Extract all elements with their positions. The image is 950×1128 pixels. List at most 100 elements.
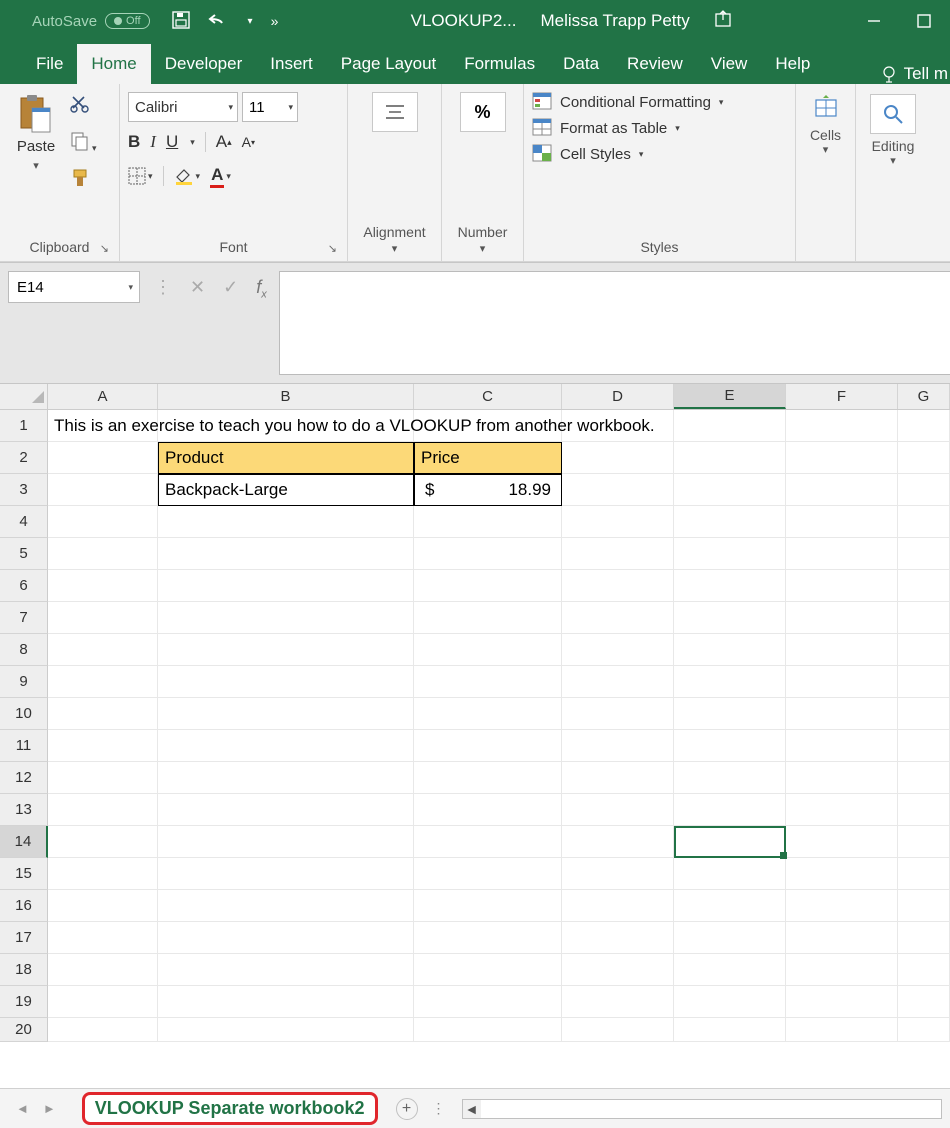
col-header-e[interactable]: E	[674, 384, 786, 409]
font-name-select[interactable]: Calibri▾	[128, 92, 238, 122]
row-header[interactable]: 5	[0, 538, 48, 570]
cell-styles-button[interactable]: Cell Styles▾	[532, 144, 723, 164]
cell[interactable]	[674, 1018, 786, 1042]
cell[interactable]	[562, 1018, 674, 1042]
cell[interactable]	[158, 570, 414, 602]
cell[interactable]	[414, 858, 562, 890]
cell[interactable]	[48, 794, 158, 826]
cell[interactable]	[158, 730, 414, 762]
cell[interactable]	[786, 538, 898, 570]
tab-home[interactable]: Home	[77, 44, 150, 84]
col-header-d[interactable]: D	[562, 384, 674, 409]
row-header[interactable]: 18	[0, 954, 48, 986]
cell[interactable]	[48, 1018, 158, 1042]
cell[interactable]	[158, 986, 414, 1018]
cell[interactable]	[898, 442, 950, 474]
cell[interactable]	[562, 826, 674, 858]
cell[interactable]	[674, 890, 786, 922]
cell[interactable]	[414, 986, 562, 1018]
row-header[interactable]: 6	[0, 570, 48, 602]
cell[interactable]	[786, 890, 898, 922]
cell[interactable]	[562, 634, 674, 666]
row-header[interactable]: 8	[0, 634, 48, 666]
cell[interactable]	[674, 954, 786, 986]
copy-icon[interactable]: ▾	[70, 131, 97, 154]
cell-b2[interactable]: Product	[158, 442, 414, 474]
cell[interactable]	[674, 634, 786, 666]
cell[interactable]	[48, 666, 158, 698]
cell[interactable]	[158, 858, 414, 890]
cell[interactable]	[786, 474, 898, 506]
row-header[interactable]: 7	[0, 602, 48, 634]
cell[interactable]	[562, 442, 674, 474]
cell[interactable]	[562, 474, 674, 506]
add-sheet-button[interactable]: +	[396, 1098, 418, 1120]
tell-me[interactable]: Tell m	[880, 64, 950, 84]
cell[interactable]	[674, 762, 786, 794]
cell[interactable]	[562, 602, 674, 634]
tab-formulas[interactable]: Formulas	[450, 44, 549, 84]
cell[interactable]	[48, 858, 158, 890]
enter-formula-icon[interactable]: ✓	[223, 277, 238, 298]
scroll-left-icon[interactable]: ◄	[463, 1101, 481, 1117]
tab-developer[interactable]: Developer	[151, 44, 257, 84]
cell-c3[interactable]: $ 18.99	[414, 474, 562, 506]
cell[interactable]	[898, 986, 950, 1018]
cell[interactable]	[786, 1018, 898, 1042]
col-header-c[interactable]: C	[414, 384, 562, 409]
cell[interactable]	[414, 570, 562, 602]
sheet-options-icon[interactable]: ⋮	[432, 1100, 448, 1117]
cell[interactable]	[158, 538, 414, 570]
cell[interactable]	[786, 922, 898, 954]
row-header[interactable]: 11	[0, 730, 48, 762]
cell[interactable]	[414, 794, 562, 826]
cell[interactable]	[898, 922, 950, 954]
cell[interactable]	[48, 826, 158, 858]
cell[interactable]	[562, 762, 674, 794]
row-header[interactable]: 9	[0, 666, 48, 698]
maximize-button[interactable]	[914, 11, 934, 31]
paste-button[interactable]: Paste ▾	[8, 88, 64, 235]
row-header[interactable]: 17	[0, 922, 48, 954]
cell[interactable]	[158, 698, 414, 730]
cancel-formula-icon[interactable]: ✕	[190, 277, 205, 298]
cell-b3[interactable]: Backpack-Large	[158, 474, 414, 506]
grow-font-button[interactable]: A▴	[216, 132, 232, 152]
cell[interactable]	[48, 474, 158, 506]
cell[interactable]	[898, 826, 950, 858]
cell-a1[interactable]: This is an exercise to teach you how to …	[48, 410, 158, 442]
row-header[interactable]: 3	[0, 474, 48, 506]
cell[interactable]	[674, 410, 786, 442]
cell[interactable]	[674, 442, 786, 474]
cell[interactable]	[48, 538, 158, 570]
cell[interactable]	[898, 794, 950, 826]
conditional-formatting-button[interactable]: Conditional Formatting▾	[532, 92, 723, 112]
tab-help[interactable]: Help	[761, 44, 824, 84]
cell[interactable]	[562, 954, 674, 986]
cell[interactable]	[898, 762, 950, 794]
cell[interactable]	[786, 730, 898, 762]
row-header[interactable]: 2	[0, 442, 48, 474]
cell[interactable]	[786, 762, 898, 794]
number-format-button[interactable]: %	[460, 92, 506, 132]
cell[interactable]	[562, 506, 674, 538]
cell[interactable]	[158, 762, 414, 794]
shrink-font-button[interactable]: A▾	[242, 134, 255, 150]
cell[interactable]	[674, 538, 786, 570]
row-header[interactable]: 20	[0, 1018, 48, 1042]
cell[interactable]	[48, 506, 158, 538]
col-header-a[interactable]: A	[48, 384, 158, 409]
cell[interactable]	[158, 826, 414, 858]
minimize-button[interactable]	[864, 11, 884, 31]
col-header-b[interactable]: B	[158, 384, 414, 409]
tab-insert[interactable]: Insert	[256, 44, 327, 84]
cell[interactable]	[562, 922, 674, 954]
cell[interactable]	[674, 666, 786, 698]
cell[interactable]	[786, 602, 898, 634]
cell[interactable]	[898, 730, 950, 762]
cell[interactable]	[898, 506, 950, 538]
undo-dropdown[interactable]: ▾	[248, 16, 253, 27]
cell[interactable]	[898, 1018, 950, 1042]
cell[interactable]	[674, 474, 786, 506]
font-color-button[interactable]: A▾	[210, 165, 231, 188]
